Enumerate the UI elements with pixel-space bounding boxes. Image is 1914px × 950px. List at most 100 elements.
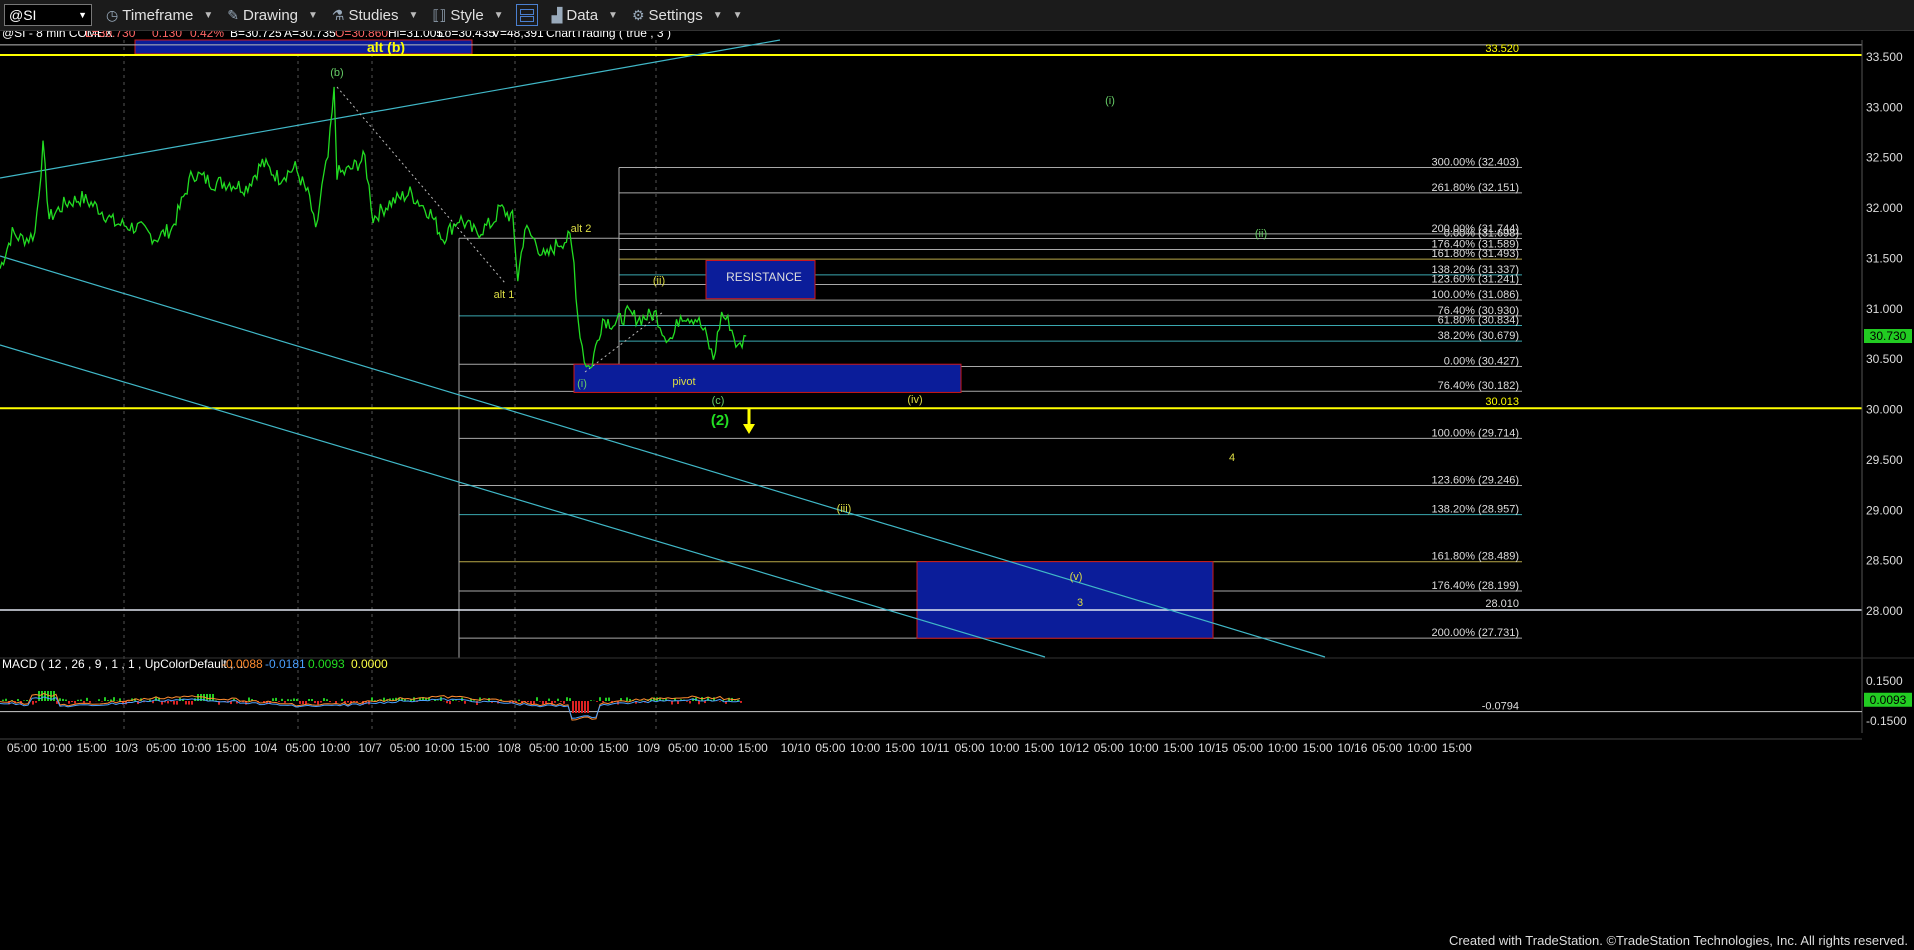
macd-histogram-bar [689,701,691,704]
macd-histogram-bar [2,699,4,701]
macd-last-label: 0.0093 [1870,693,1907,707]
macd-histogram-bar [581,701,583,713]
macd-histogram-bar [335,701,337,703]
macd-histogram-bar [107,700,109,701]
y-tick-label: 31.500 [1866,251,1903,265]
macd-histogram-bar [446,701,448,704]
style-button[interactable]: ⟦⟧ Style ▼ [432,7,503,24]
fib-label: 0.00% (30.427) [1444,356,1519,368]
y-tick-label: 32.000 [1866,201,1903,215]
macd-histogram-bar [740,701,742,703]
wave-2-label: (2) [711,412,729,429]
data-button[interactable]: ▟ Data ▼ [552,7,618,24]
x-tick-label: 10:00 [1407,741,1437,755]
macd-histogram-bar [575,701,577,713]
macd-histogram-bar [248,697,250,701]
macd-histogram-bar [314,701,316,704]
low-info: Lo=30.435 [438,31,495,40]
macd-histogram-bar [317,701,319,705]
x-tick-label: 10:00 [850,741,880,755]
macd-histogram-bar [464,701,466,704]
clock-icon: ◷ [106,6,119,23]
macd-histogram-bar [281,698,283,701]
x-tick-label: 15:00 [1024,741,1054,755]
macd-histogram-bar [113,697,115,701]
macd-histogram-bar [290,699,292,701]
fib-label: 100.00% (29.714) [1432,427,1519,439]
alt-b-label: alt (b) [367,39,405,55]
macd-histogram-bar [293,698,295,701]
chevron-down-icon: ▼ [408,9,419,21]
macd-histogram-bar [698,701,700,705]
macd-histogram-bar [608,697,610,701]
wave-iv-label: (iv) [907,394,922,406]
macd-histogram-bar [626,697,628,701]
fib-label: 161.80% (28.489) [1432,551,1519,563]
flask-icon: ⚗ [331,6,345,23]
fib-label: 76.40% (30.182) [1438,380,1519,392]
macd-histogram-bar [605,697,607,701]
timeframe-button[interactable]: ◷ Timeframe ▼ [106,7,213,24]
macd-histogram-bar [101,701,103,702]
macd-histogram-bar [566,697,568,701]
wave-ii-projection-label: (ii) [1255,228,1267,240]
chevron-down-icon: ▼ [712,9,723,21]
drawing-button[interactable]: ✎ Drawing ▼ [227,7,318,24]
fib-label: 100.00% (31.086) [1432,289,1519,301]
settings-label: Settings [648,6,703,24]
macd-histogram-bar [287,699,289,701]
bid-info: B=30.725 [230,31,282,40]
x-tick-label: 10/12 [1059,741,1089,755]
toolbar: @SI ▼ ◷ Timeframe ▼ ✎ Drawing ▼ ⚗ Studie… [0,0,1914,31]
macd-histogram-bar [473,700,475,701]
fib-label: 261.80% (32.151) [1432,182,1519,194]
x-tick-label: 10:00 [564,741,594,755]
macd-histogram-bar [302,701,304,705]
macd-histogram-bar [602,701,604,703]
macd-histogram-bar [686,701,688,702]
macd-histogram-bar [323,698,325,701]
macd-histogram-bar [278,701,280,702]
macd-histogram-bar [455,700,457,701]
macd-histogram-bar [347,701,349,703]
macd-histogram-bar [677,701,679,705]
macd-histogram-bar [71,701,73,702]
x-tick-label: 05:00 [285,741,315,755]
macd-histogram-bar [83,701,85,703]
macd-tick-label: -0.1500 [1866,714,1907,728]
macd-histogram-bar [98,699,100,701]
studies-button[interactable]: ⚗ Studies ▼ [332,7,419,24]
symbol-value: @SI [9,7,37,23]
macd-histogram-bar [209,694,211,701]
x-tick-label: 15:00 [77,741,107,755]
macd-histogram-bar [587,701,589,713]
level-label: 30.013 [1485,396,1519,408]
chevron-down-icon: ▼ [493,9,504,21]
upper-trendline [0,39,781,179]
macd-histogram-bar [167,701,169,704]
macd-histogram-bar [329,701,331,703]
wave-b-connector [336,86,506,284]
bar-chart-icon: ▟ [551,6,563,23]
macd-histogram-bar [671,701,673,705]
y-tick-label: 31.000 [1866,302,1903,316]
studies-label: Studies [348,6,399,24]
macd-histogram-bar [296,698,298,701]
layout-icon[interactable] [515,4,538,26]
fib-label: 123.60% (31.241) [1432,274,1519,286]
level-label: 28.010 [1485,598,1519,610]
fib-label: 161.80% (31.493) [1432,248,1519,260]
x-tick-label: 10:00 [1129,741,1159,755]
price-chart[interactable]: 300.00% (32.403) 261.80% (32.151) 200.00% … [0,31,1914,930]
pencil-icon: ✎ [227,6,239,23]
x-tick-label: 05:00 [7,741,37,755]
x-tick-label: 05:00 [955,741,985,755]
settings-button[interactable]: ⚙ Settings ▼ ▼ [632,7,743,24]
macd-histogram-bar [542,701,544,705]
x-tick-label: 10/4 [254,741,278,755]
open-info: O=30.860 [335,31,388,40]
macd-histogram-bar [458,701,460,702]
chevron-down-icon: ▼ [203,9,214,21]
symbol-selector[interactable]: @SI ▼ [4,4,92,26]
alt-b-box [134,39,473,55]
